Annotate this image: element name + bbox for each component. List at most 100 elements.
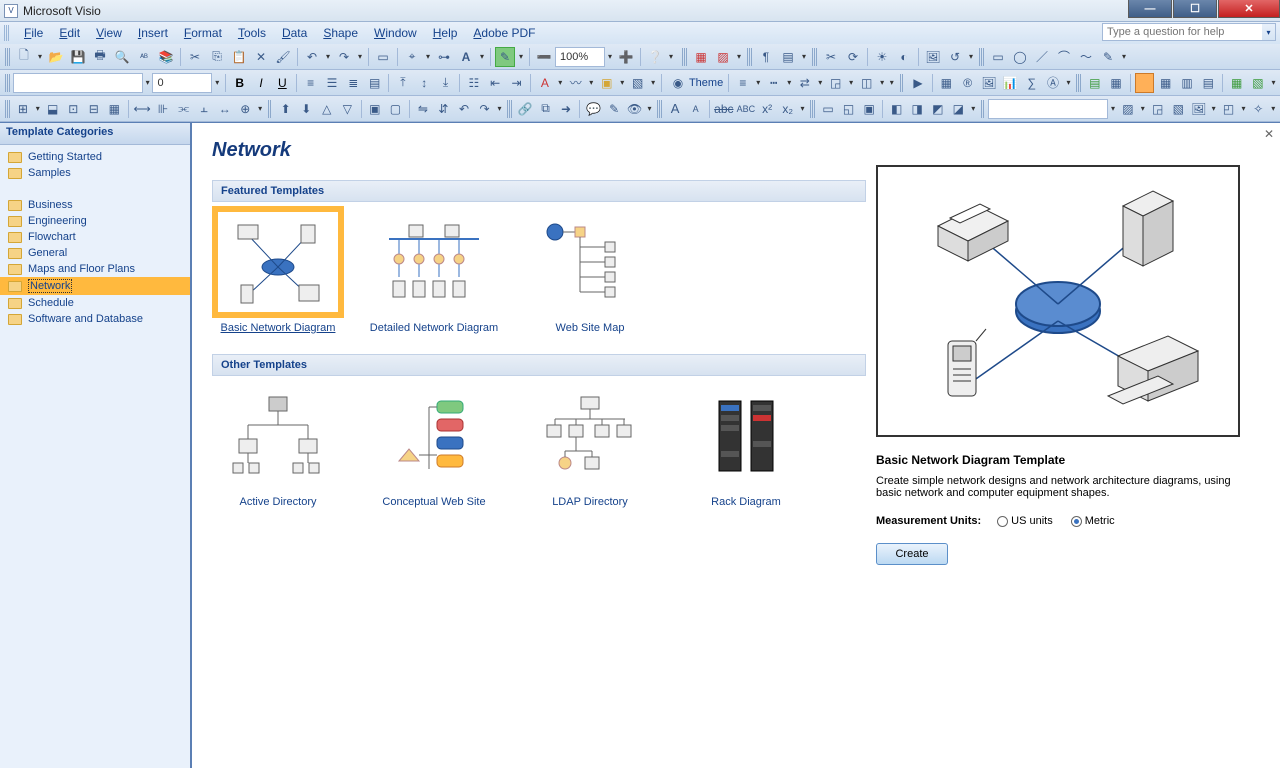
format-overflow[interactable]: ▾ [887,78,897,87]
format3-overflow[interactable]: ▾ [1269,104,1278,113]
line-color-dropdown[interactable]: ▾ [586,78,596,87]
toolbar-grip[interactable] [5,74,10,92]
theme-icon[interactable]: ◉ [668,73,688,93]
toolbar-grip[interactable] [5,48,10,66]
chart-icon[interactable]: 📊 [1001,73,1020,93]
send-back-icon[interactable]: ⬇ [297,99,316,119]
connect-shapes-icon[interactable]: ⫘ [174,99,193,119]
grid-icon[interactable]: ▦ [105,99,124,119]
draw-overflow[interactable]: ▾ [1119,52,1129,61]
open-icon[interactable]: 📂 [46,47,66,67]
valign-bottom-icon[interactable]: ⤓ [436,73,455,93]
group-icon[interactable]: ▣ [366,99,385,119]
fill-pattern-dropdown[interactable]: ▾ [1138,104,1147,113]
toolbar-grip[interactable] [507,100,512,118]
parts-overflow[interactable]: ▾ [969,104,978,113]
subscript-icon[interactable]: x₂ [778,99,797,119]
sidebar-item-network[interactable]: Network [0,277,190,295]
ruler-sub-icon[interactable]: ⊟ [85,99,104,119]
transparency-icon[interactable]: ◫ [857,73,876,93]
template-active-directory[interactable]: Active Directory [212,386,344,508]
review-icon[interactable]: 💬 [584,99,603,119]
line-weight-icon[interactable]: ≡ [733,73,752,93]
snap-icon[interactable]: ⊞ [14,99,33,119]
part2-icon[interactable]: ◨ [908,99,927,119]
undo-icon[interactable]: ↶ [302,47,322,67]
bg4-icon[interactable]: ▤ [1199,73,1218,93]
page-setup-icon[interactable]: ▦ [1106,73,1125,93]
toolbar-grip[interactable] [5,100,10,118]
fill-color-dropdown[interactable]: ▾ [617,78,627,87]
align-justify-icon[interactable]: ▤ [365,73,384,93]
zoom-out-icon[interactable]: ➖ [534,47,554,67]
toolbar-grip[interactable] [657,100,662,118]
rectangle-icon[interactable]: ▭ [988,47,1008,67]
corner-icon[interactable]: ◲ [826,73,845,93]
window-overflow[interactable]: ▾ [1269,78,1279,87]
sidebar-item-general[interactable]: General [0,245,190,261]
spacing-icon[interactable]: ↔ [215,99,234,119]
redo-dropdown[interactable]: ▾ [355,52,365,61]
decrease-font-icon[interactable]: A [686,99,705,119]
help-icon[interactable]: ❔ [645,47,665,67]
theme-label[interactable]: Theme [689,77,723,89]
template-rack-diagram[interactable]: Rack Diagram [680,386,812,508]
distribute-icon[interactable]: ⊪ [154,99,173,119]
style-dropdown[interactable]: ▾ [1108,104,1117,113]
goto-icon[interactable]: ➜ [557,99,576,119]
template-basic-network-diagram[interactable]: Basic Network Diagram [212,212,344,334]
template-ldap-directory[interactable]: LDAP Directory [524,386,656,508]
template-web-site-map[interactable]: Web Site Map [524,212,656,334]
menu-adobe-pdf[interactable]: Adobe PDF [465,24,543,42]
bold-icon[interactable]: B [230,73,249,93]
increase-font-icon[interactable]: A [666,99,685,119]
font-color-dropdown[interactable]: ▾ [556,78,566,87]
cascade-icon[interactable]: ▧ [1248,73,1267,93]
part4-icon[interactable]: ◪ [949,99,968,119]
pdf-convert-icon[interactable]: ▨ [713,47,733,67]
menu-grip[interactable] [4,25,10,41]
sidebar-item-software[interactable]: Software and Database [0,311,190,327]
ellipse-icon[interactable]: ◯ [1010,47,1030,67]
paste-icon[interactable]: 📋 [229,47,249,67]
text-box-icon[interactable]: ▭ [819,99,838,119]
menu-window[interactable]: Window [366,24,425,42]
line-weight-dropdown[interactable]: ▾ [754,78,764,87]
ink-dropdown[interactable]: ▾ [516,52,526,61]
underline-icon[interactable]: U [273,73,292,93]
template-detailed-network-diagram[interactable]: Detailed Network Diagram [368,212,500,334]
insert-overflow[interactable]: ▾ [1064,78,1074,87]
sidebar-item-business[interactable]: Business [0,197,190,213]
connector-tool-icon[interactable]: ⊶ [434,47,454,67]
new-dropdown[interactable]: ▾ [35,52,45,61]
transparency-dropdown[interactable]: ▾ [877,78,887,87]
toolbar-grip[interactable] [981,100,986,118]
valign-top-icon[interactable]: ⤒ [393,73,412,93]
template-conceptual-web-site[interactable]: Conceptual Web Site [368,386,500,508]
bg1-icon[interactable] [1135,73,1154,93]
zoom-in-icon[interactable]: ➕ [616,47,636,67]
callout-icon[interactable]: ◱ [839,99,858,119]
layout2-overflow[interactable]: ▾ [256,104,265,113]
bring-forward-icon[interactable]: △ [318,99,337,119]
shadow2-icon[interactable]: ▧ [1169,99,1188,119]
toolbar-grip[interactable] [979,48,984,66]
line-pattern-dropdown[interactable]: ▾ [784,78,794,87]
font-color-icon[interactable]: A [535,73,554,93]
toolbar-overflow[interactable]: ▾ [666,52,676,61]
send-backward-icon[interactable]: ▽ [338,99,357,119]
style-input[interactable] [988,99,1108,119]
indent-less-icon[interactable]: ⇤ [486,73,505,93]
close-button[interactable]: ✕ [1218,0,1280,18]
close-pane-button[interactable]: ✕ [1264,127,1274,141]
menu-data[interactable]: Data [274,24,315,42]
print-preview-icon[interactable]: 🔍 [112,47,132,67]
fill-color-icon[interactable]: ▣ [597,73,616,93]
menu-view[interactable]: View [88,24,130,42]
new-icon[interactable]: 🗋 [14,47,34,67]
record-macro-icon[interactable]: ▶ [908,73,927,93]
sidebar-item-getting-started[interactable]: Getting Started [0,149,190,165]
copy-icon[interactable]: ⎘ [207,47,227,67]
spellcheck-icon[interactable]: ᴬᴮ [134,47,154,67]
toolbar-grip[interactable] [268,100,273,118]
